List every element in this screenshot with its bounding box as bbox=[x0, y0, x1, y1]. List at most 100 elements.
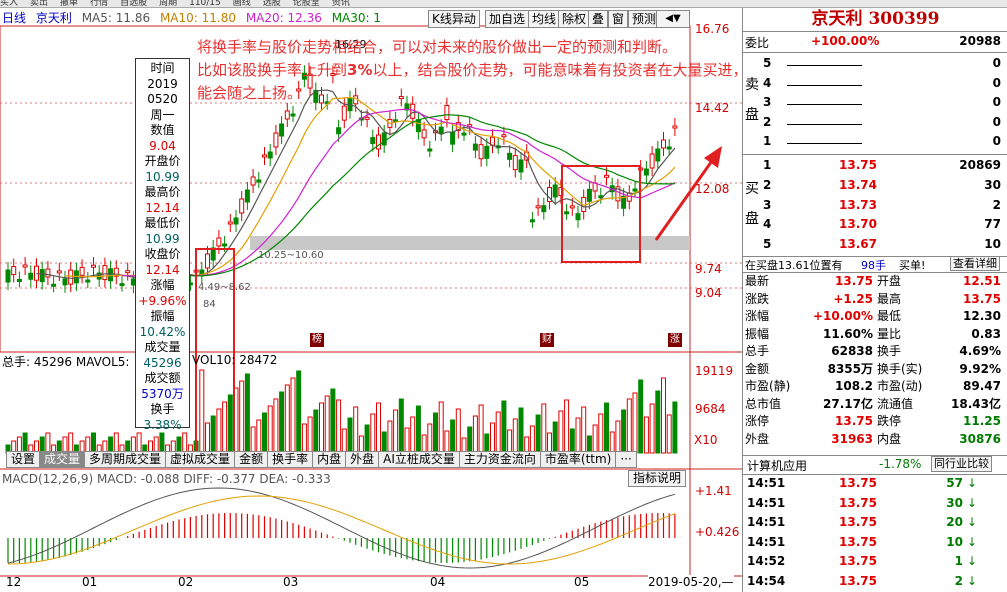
indicator-tab[interactable]: 市盈率(ttm) bbox=[539, 451, 617, 468]
candle-body bbox=[472, 143, 478, 151]
tick-price: 13.75 bbox=[839, 515, 877, 529]
indicator-tab[interactable]: 虚拟成交量 bbox=[165, 451, 236, 468]
top-menu-item[interactable]: 卖出 bbox=[30, 0, 48, 7]
stat-value: 31963 bbox=[831, 431, 873, 446]
info-row: 时间 bbox=[150, 61, 175, 75]
volume-bar bbox=[541, 403, 547, 454]
chevron-down-icon[interactable]: ▼ bbox=[673, 13, 681, 24]
candle-body bbox=[336, 127, 342, 135]
volume-bar bbox=[341, 428, 347, 454]
indicator-tab[interactable]: 换手率 bbox=[267, 451, 314, 468]
indicator-tab[interactable]: 主力资金流向 bbox=[458, 451, 541, 468]
indicator-tab[interactable]: 多周期成交量 bbox=[84, 451, 167, 468]
stat-label: 金额 bbox=[745, 361, 770, 376]
stat-value: 62838 bbox=[831, 344, 873, 358]
top-menu-item[interactable]: 撤单 bbox=[60, 0, 78, 7]
buy-level: 2 bbox=[763, 177, 772, 192]
arrow-down-icon: ↓ bbox=[966, 534, 977, 549]
event-zhang[interactable]: 涨 bbox=[668, 333, 682, 347]
stat-label: 振幅 bbox=[745, 326, 770, 341]
candle-body bbox=[227, 221, 233, 225]
toolbar-button[interactable]: 窗 bbox=[608, 10, 629, 28]
volume-bar bbox=[347, 417, 353, 454]
volume-bar bbox=[244, 373, 250, 454]
event-bang[interactable]: 榜 bbox=[310, 333, 324, 347]
candle-body bbox=[478, 144, 484, 160]
industry-compare-button[interactable]: 同行业比较 bbox=[931, 456, 992, 472]
indicator-help-button[interactable]: 指标说明 bbox=[628, 470, 687, 487]
top-menu-item[interactable]: 画线 bbox=[233, 0, 251, 7]
top-menu-item[interactable]: 周期 bbox=[159, 0, 177, 7]
ma10-label: MA10: 11.80 bbox=[159, 11, 236, 25]
info-row: 收盘价 bbox=[144, 247, 181, 261]
volume-bar bbox=[495, 411, 501, 454]
event-cai[interactable]: 财 bbox=[540, 333, 554, 347]
indicator-tab[interactable]: AI立桩成交量 bbox=[378, 451, 460, 468]
tick-volume: 1 bbox=[954, 554, 963, 568]
volume-legend: 总手: 45296 MAVOL5: bbox=[2, 353, 129, 370]
top-menu-item[interactable]: 行情 bbox=[90, 0, 108, 7]
scroll-arrows[interactable]: ◀▼ bbox=[656, 10, 690, 28]
top-menu-bar: 买入 卖出 撤单 行情 自选股 周期 110/15 画线 选股 论股堂 资讯 bbox=[0, 0, 1007, 8]
volume-bar bbox=[301, 423, 307, 454]
tick-price: 13.75 bbox=[839, 495, 877, 510]
stat-label: 内盘 bbox=[877, 431, 902, 446]
indicator-tab[interactable]: 外盘 bbox=[345, 451, 380, 468]
volume-bar bbox=[529, 425, 535, 454]
volume-bar bbox=[581, 406, 587, 454]
toolbar-button[interactable]: 加自选 bbox=[485, 10, 530, 28]
period-label[interactable]: 日线 bbox=[2, 11, 26, 25]
toolbar-button[interactable]: 叠 bbox=[588, 10, 609, 28]
candle-body bbox=[62, 278, 68, 286]
dea-line bbox=[7, 495, 676, 565]
data-info-box: 时间 2019 0520 周一 数值 9.04 开盘价 10.99 最高价 12.14 最低价 10.… bbox=[135, 58, 190, 431]
stat-label: 流通值 bbox=[877, 396, 914, 411]
tick-volume: 57 bbox=[946, 476, 963, 490]
indicator-tab[interactable]: ··· bbox=[615, 451, 637, 468]
volume-total: 总手: 45296 bbox=[2, 355, 73, 369]
indicator-tab[interactable]: 内盘 bbox=[312, 451, 347, 468]
sell-price-dash bbox=[787, 65, 862, 66]
stat-label: 市盈(静) bbox=[745, 379, 791, 393]
candle-body bbox=[427, 148, 433, 152]
x-axis-label: 02 bbox=[178, 575, 194, 589]
top-menu-item[interactable]: 选股 bbox=[263, 0, 281, 7]
candle-body bbox=[341, 105, 347, 121]
toolbar-button[interactable]: K线异动 bbox=[428, 10, 480, 28]
stat-value: 9.92% bbox=[959, 361, 1001, 376]
volume-bar bbox=[535, 414, 541, 454]
stat-label: 市盈(动) bbox=[877, 379, 923, 393]
stat-value: +1.25 bbox=[833, 291, 873, 306]
indicator-tab[interactable]: 金额 bbox=[234, 451, 269, 468]
toolbar-button[interactable]: 均线 bbox=[528, 10, 561, 28]
view-detail-button[interactable]: 查看详细 bbox=[950, 256, 1000, 271]
chevron-left-icon[interactable]: ◀ bbox=[665, 13, 673, 24]
candle-body bbox=[91, 264, 96, 268]
volume-bar bbox=[182, 432, 188, 454]
top-menu-item[interactable]: 论股堂 bbox=[293, 0, 320, 7]
indicator-tab[interactable]: 成交量 bbox=[39, 451, 86, 468]
candle-body bbox=[233, 217, 239, 225]
top-menu-item[interactable]: 110/15 bbox=[189, 0, 221, 7]
quote-panel: 京天利 300399 委比 +100.00% 20988 卖盘 5 0 4 0 3 0 2 0 1 0 买盘… bbox=[742, 8, 1007, 592]
candle-body bbox=[484, 145, 490, 159]
top-menu-item[interactable]: 自选股 bbox=[120, 0, 147, 7]
top-menu-item[interactable]: 买入 bbox=[0, 0, 18, 7]
stat-value: 89.47 bbox=[963, 379, 1001, 393]
macd-value: MACD: -0.088 bbox=[96, 472, 180, 486]
top-menu-item[interactable]: 资讯 bbox=[332, 0, 350, 7]
volume-bar bbox=[547, 432, 552, 454]
toolbar-button[interactable]: 除权 bbox=[558, 10, 591, 28]
indicator-tab[interactable]: 设置 bbox=[6, 451, 41, 468]
candle-body bbox=[541, 205, 547, 213]
annotation-line-1: 将换手率与股价走势相结合，可以对未来的股价做出一定的预测和判断。 bbox=[197, 38, 678, 56]
tick-time: 14:51 bbox=[747, 534, 786, 549]
arrow-down-icon: ↓ bbox=[966, 573, 977, 588]
sell-volume: 0 bbox=[992, 75, 1001, 90]
candle-body bbox=[22, 264, 28, 268]
volume-bar bbox=[319, 402, 324, 454]
buy-price: 13.74 bbox=[839, 177, 877, 192]
sell-volume: 0 bbox=[992, 114, 1001, 129]
candle-body bbox=[370, 137, 376, 145]
stat-label: 换手 bbox=[877, 344, 902, 358]
